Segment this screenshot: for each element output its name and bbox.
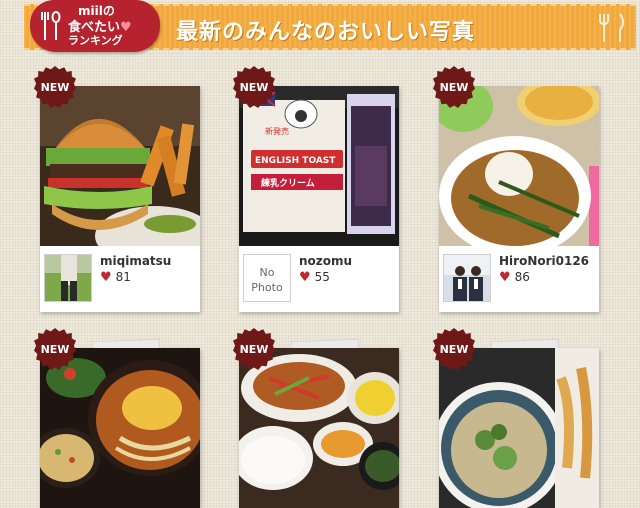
photo-card[interactable]: NEW miqimatsu ♥ 81 [34, 66, 200, 312]
fork-spoon-icon [41, 11, 61, 40]
food-photo-image [40, 86, 200, 246]
svg-text:練乳クリーム: 練乳クリーム [261, 177, 315, 189]
like-count: ♥ 86 [499, 270, 530, 285]
food-photo-noodles[interactable] [40, 348, 200, 508]
user-avatar[interactable]: No Photo [243, 254, 291, 302]
heart-icon: ♥ [299, 270, 311, 285]
user-avatar[interactable] [44, 254, 92, 302]
user-name[interactable]: HiroNori0126 [499, 254, 589, 268]
food-photo-image [439, 86, 599, 246]
photo-card[interactable]: NEW HiroNori0126 ♥ 86 [433, 66, 599, 312]
user-name[interactable]: miqimatsu [100, 254, 171, 268]
card-user-info: No Photo nozomu ♥ 55 [239, 246, 399, 316]
no-photo-placeholder: No Photo [251, 266, 283, 294]
photo-card[interactable]: NEW [34, 328, 200, 508]
section-title: 最新のみんなのおいしい写真 [176, 20, 476, 45]
photo-card[interactable]: NEW [433, 328, 599, 508]
food-photo-image: ENGLISH TOAST 練乳クリーム 新発売 [239, 86, 399, 246]
food-photo-udon[interactable] [439, 348, 599, 508]
user-avatar[interactable] [443, 254, 491, 302]
logo-text-ranking: ランキング [68, 34, 123, 47]
photo-card[interactable]: ENGLISH TOAST 練乳クリーム 新発売 NEW No Photo no… [233, 66, 399, 312]
food-photo-curry[interactable] [439, 86, 599, 246]
photo-card[interactable]: NEW [233, 328, 399, 508]
food-photo-image [40, 348, 200, 508]
like-count: ♥ 81 [100, 270, 131, 285]
user-name[interactable]: nozomu [299, 254, 352, 268]
food-photo-burger[interactable] [40, 86, 200, 246]
food-photo-image [439, 348, 599, 508]
heart-icon: ♥ [499, 270, 511, 285]
like-count: ♥ 55 [299, 270, 330, 285]
fork-knife-icon [599, 13, 624, 42]
svg-text:ENGLISH TOAST: ENGLISH TOAST [255, 156, 336, 166]
site-logo[interactable]: miilの 食べたい♥ ランキング [30, 0, 160, 52]
card-user-info: HiroNori0126 ♥ 86 [439, 246, 599, 316]
card-user-info: miqimatsu ♥ 81 [40, 246, 200, 316]
heart-icon: ♥ [100, 270, 112, 285]
svg-text:新発売: 新発売 [265, 126, 289, 136]
food-photo-image [239, 348, 399, 508]
food-photo-stirfry[interactable] [239, 348, 399, 508]
food-photo-bread[interactable]: ENGLISH TOAST 練乳クリーム 新発売 [239, 86, 399, 246]
